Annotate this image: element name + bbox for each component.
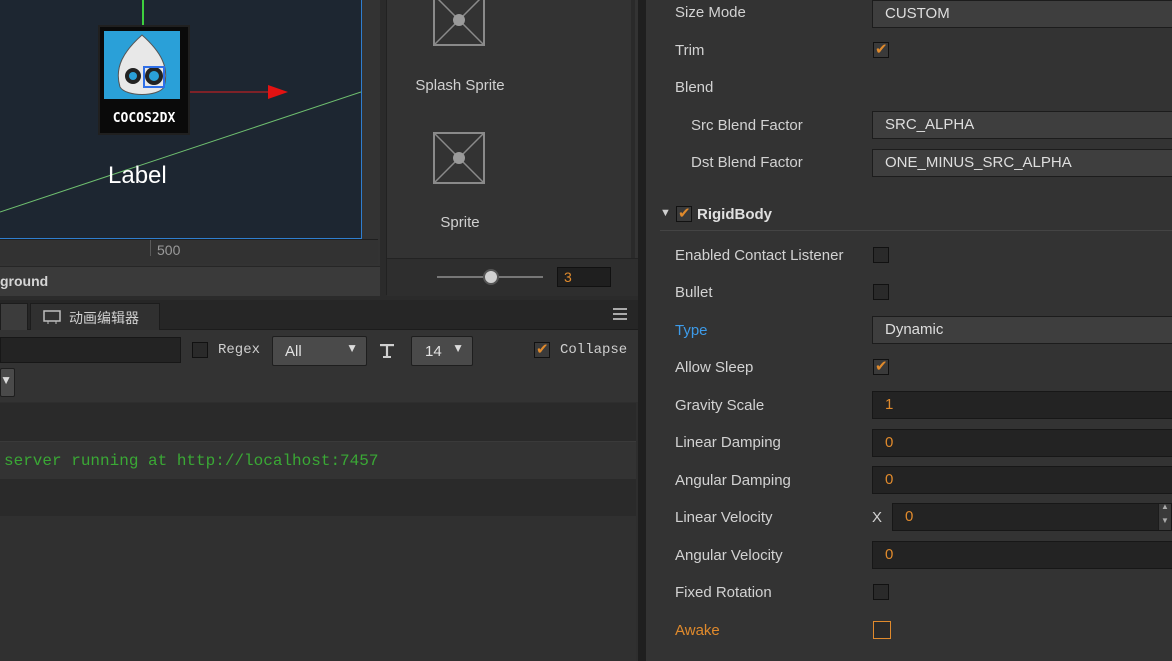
- log-row: [0, 403, 636, 440]
- scene-footer: ground: [0, 266, 380, 296]
- fixed-rotation-checkbox[interactable]: [873, 584, 889, 600]
- ruler-value: 500: [157, 242, 181, 258]
- font-size-select[interactable]: 14 ▼: [411, 336, 473, 366]
- console-panel: 动画编辑器 Regex All ▼ 14 ▼ Collapse ▼: [0, 300, 640, 661]
- asset-name-sprite[interactable]: Sprite: [360, 214, 560, 231]
- console-tab-bar: 动画编辑器: [0, 300, 640, 330]
- node-path-label: ground: [0, 273, 49, 289]
- trim-label: Trim: [675, 42, 705, 59]
- collapse-checkbox[interactable]: [534, 340, 550, 358]
- stepper-up-icon[interactable]: ▲: [1161, 502, 1169, 511]
- angular-velocity-input[interactable]: 0: [872, 541, 1172, 569]
- log-message: server running at http://localhost:7457: [4, 452, 379, 470]
- chevron-down-icon: ▼: [346, 341, 358, 355]
- awake-label: Awake: [675, 622, 720, 639]
- allow-sleep-label: Allow Sleep: [675, 359, 754, 376]
- angular-velocity-label: Angular Velocity: [675, 547, 783, 564]
- linear-velocity-x-label: X: [872, 509, 883, 526]
- log-level-value: All: [285, 343, 302, 360]
- inspector-panel: Size Mode CUSTOM Trim Blend Src Blend Fa…: [646, 0, 1172, 661]
- size-mode-label: Size Mode: [675, 4, 746, 21]
- gravity-scale-input[interactable]: 1: [872, 391, 1172, 419]
- gravity-scale-label: Gravity Scale: [675, 397, 765, 414]
- assets-preview-panel: Splash Sprite Sprite 3: [386, 0, 639, 296]
- blend-label: Blend: [675, 79, 714, 96]
- tab-animation-editor-label: 动画编辑器: [69, 310, 139, 326]
- hamburger-menu-icon[interactable]: [613, 308, 627, 320]
- src-blend-factor-select[interactable]: SRC_ALPHA: [872, 111, 1172, 139]
- collapse-triangle-icon[interactable]: ▼: [660, 207, 671, 219]
- dst-blend-factor-label: Dst Blend Factor: [691, 154, 803, 171]
- assets-footer: 3: [387, 258, 639, 296]
- sprite-placeholder-icon: [434, 133, 484, 183]
- panel-splitter[interactable]: [638, 0, 646, 661]
- regex-checkbox[interactable]: [192, 342, 208, 358]
- log-row: [0, 479, 636, 516]
- console-secondary-select[interactable]: ▼: [0, 368, 15, 397]
- bullet-label: Bullet: [675, 284, 713, 301]
- console-log-list: server running at http://localhost:7457: [0, 403, 636, 661]
- dst-blend-factor-select[interactable]: ONE_MINUS_SRC_ALPHA: [872, 149, 1172, 177]
- type-select[interactable]: Dynamic: [872, 316, 1172, 344]
- cocos-mascot-icon: [117, 34, 167, 95]
- console-toolbar: Regex All ▼ 14 ▼ Collapse ▼: [0, 330, 640, 402]
- rigidbody-enabled-checkbox[interactable]: [676, 204, 692, 222]
- allow-sleep-checkbox[interactable]: [873, 357, 889, 375]
- collapse-label: Collapse: [560, 342, 628, 358]
- linear-damping-label: Linear Damping: [675, 434, 781, 451]
- asset-thumb-splash-sprite[interactable]: [433, 0, 485, 46]
- cocos-logo-sprite[interactable]: COCOS2DX: [98, 25, 190, 135]
- linear-velocity-x-stepper[interactable]: ▲ ▼: [1158, 502, 1171, 530]
- tab-console[interactable]: [0, 303, 28, 330]
- log-empty-area: [0, 516, 636, 661]
- scene-canvas[interactable]: COCOS2DX Label: [0, 0, 362, 239]
- scene-panel: COCOS2DX Label 500 ground: [0, 0, 380, 296]
- zoom-value-input[interactable]: 3: [557, 267, 611, 287]
- linear-velocity-label: Linear Velocity: [675, 509, 773, 526]
- asset-name-splash-sprite[interactable]: Splash Sprite: [360, 77, 560, 94]
- section-divider: [660, 230, 1172, 231]
- trim-checkbox[interactable]: [873, 40, 889, 58]
- src-blend-factor-label: Src Blend Factor: [691, 117, 803, 134]
- console-search-input[interactable]: [0, 337, 181, 363]
- scene-ruler: 500: [0, 239, 378, 264]
- ruler-tick: [150, 240, 151, 256]
- font-size-value: 14: [425, 343, 442, 360]
- angular-damping-label: Angular Damping: [675, 472, 791, 489]
- stepper-down-icon[interactable]: ▼: [1161, 516, 1169, 525]
- rigidbody-title: RigidBody: [697, 206, 772, 223]
- fixed-rotation-label: Fixed Rotation: [675, 584, 772, 601]
- tab-animation-editor[interactable]: 动画编辑器: [30, 303, 160, 330]
- log-row[interactable]: server running at http://localhost:7457: [0, 441, 636, 480]
- angular-damping-input[interactable]: 0: [872, 466, 1172, 494]
- type-label: Type: [675, 322, 708, 339]
- awake-checkbox[interactable]: [873, 621, 891, 639]
- size-mode-select[interactable]: CUSTOM: [872, 0, 1172, 28]
- font-size-icon: [380, 344, 394, 358]
- contact-listener-label: Enabled Contact Listener: [675, 247, 844, 264]
- contact-listener-checkbox[interactable]: [873, 247, 889, 263]
- asset-thumb-sprite[interactable]: [433, 132, 485, 184]
- cocos-logo-image: [104, 31, 180, 99]
- logo-text: COCOS2DX: [112, 111, 176, 126]
- log-level-select[interactable]: All ▼: [272, 336, 367, 366]
- chevron-down-icon: ▼: [0, 373, 12, 387]
- zoom-slider-handle[interactable]: [483, 269, 499, 285]
- linear-damping-input[interactable]: 0: [872, 429, 1172, 457]
- rigidbody-component-header[interactable]: ▼ RigidBody: [660, 204, 1172, 225]
- animation-editor-icon: [43, 310, 61, 324]
- regex-label: Regex: [218, 342, 261, 358]
- bullet-checkbox[interactable]: [873, 284, 889, 300]
- sprite-placeholder-icon: [434, 0, 484, 45]
- linear-velocity-x-input[interactable]: 0: [892, 503, 1172, 531]
- assets-scrollbar[interactable]: [631, 0, 635, 258]
- chevron-down-icon: ▼: [452, 341, 464, 355]
- scene-label-node[interactable]: Label: [108, 162, 167, 190]
